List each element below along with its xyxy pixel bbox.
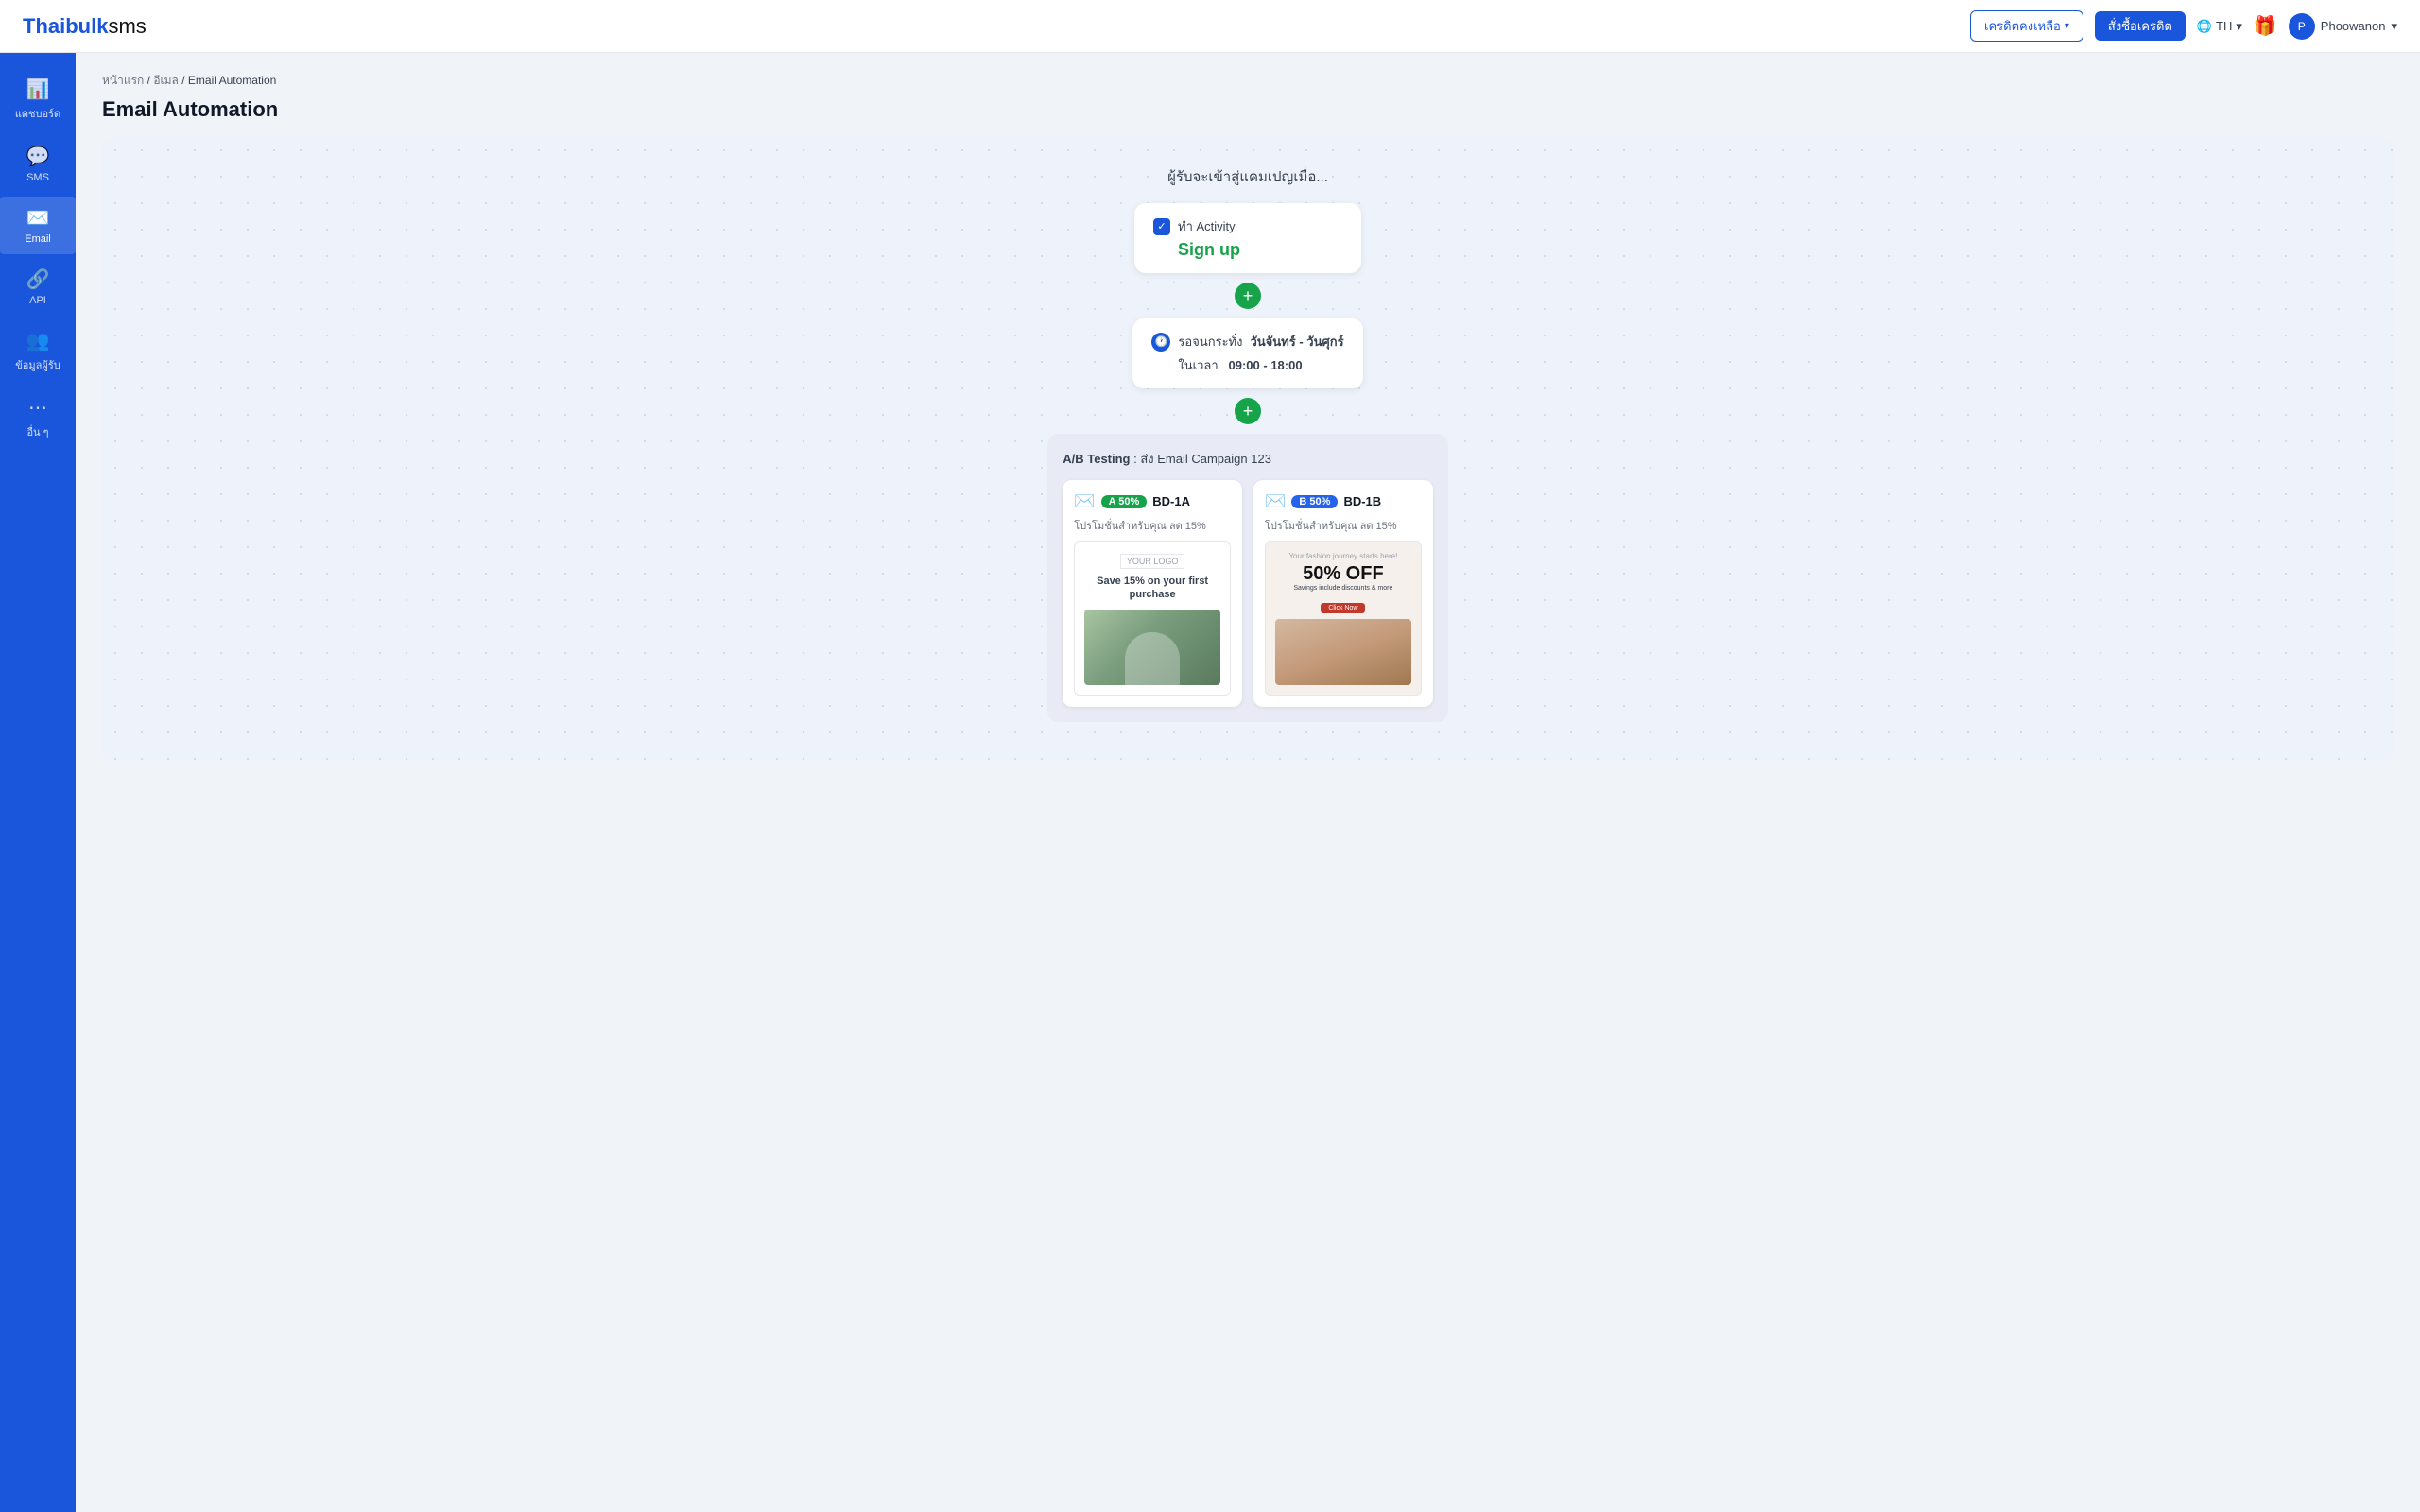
sidebar-item-api[interactable]: 🔗 API bbox=[0, 258, 76, 316]
ab-variant-b[interactable]: ✉️ B 50% BD-1B โปรโมชั่นสำหรับคุณ ลด 15%… bbox=[1253, 480, 1433, 707]
breadcrumb: หน้าแรก / อีเมล / Email Automation bbox=[102, 72, 2394, 90]
preview-btn-b: Click Now bbox=[1321, 603, 1365, 613]
check-icon: ✓ bbox=[1153, 218, 1170, 235]
avatar: P bbox=[2289, 13, 2315, 40]
ab-card-b-header: ✉️ B 50% BD-1B bbox=[1265, 491, 1422, 511]
layout: 📊 แดชบอร์ด 💬 SMS ✉️ Email 🔗 API 👥 ข้อมูล… bbox=[0, 53, 2420, 1512]
ab-variant-a[interactable]: ✉️ A 50% BD-1A โปรโมชั่นสำหรับคุณ ลด 15%… bbox=[1063, 480, 1242, 707]
add-step-button-2[interactable]: + bbox=[1235, 398, 1261, 424]
lang-label: TH bbox=[2216, 19, 2232, 33]
sidebar: 📊 แดชบอร์ด 💬 SMS ✉️ Email 🔗 API 👥 ข้อมูล… bbox=[0, 53, 76, 1512]
preview-big-b: 50% OFF bbox=[1275, 564, 1411, 583]
email-preview-b: Your fashion journey starts here! 50% OF… bbox=[1265, 541, 1422, 696]
lang-chevron-icon: ▾ bbox=[2236, 19, 2242, 34]
buy-label: สั่งซื้อเครดิต bbox=[2108, 19, 2172, 33]
activity-node[interactable]: ✓ ทำ Activity Sign up bbox=[1134, 203, 1361, 273]
sidebar-item-label: แดชบอร์ด bbox=[15, 105, 60, 122]
preview-top-text-b: Your fashion journey starts here! bbox=[1275, 552, 1411, 560]
node-header: ✓ ทำ Activity bbox=[1153, 216, 1236, 236]
wait-days: วันจันทร์ - วันศุกร์ bbox=[1250, 332, 1343, 352]
username-label: Phoowanon bbox=[2321, 19, 2386, 33]
ab-variants: ✉️ A 50% BD-1A โปรโมชั่นสำหรับคุณ ลด 15%… bbox=[1063, 480, 1433, 707]
upgrade-label: เครดิตคงเหลือ bbox=[1984, 16, 2061, 36]
globe-icon: 🌐 bbox=[2197, 19, 2212, 34]
preview-sub-b: Savings include discounts & more bbox=[1275, 585, 1411, 592]
clock-icon: 🕐 bbox=[1151, 333, 1170, 352]
gift-icon[interactable]: 🎁 bbox=[2254, 14, 2277, 38]
sidebar-item-contacts[interactable]: 👥 ข้อมูลผู้รับ bbox=[0, 319, 76, 383]
breadcrumb-current: Email Automation bbox=[188, 74, 276, 87]
sidebar-item-label: อื่น ๆ bbox=[26, 423, 48, 440]
wait-time-row: ในเวลา 09:00 - 18:00 bbox=[1178, 355, 1343, 375]
add-step-button-1[interactable]: + bbox=[1235, 283, 1261, 309]
sidebar-item-sms[interactable]: 💬 SMS bbox=[0, 135, 76, 193]
sidebar-item-more[interactable]: ⋯ อื่น ๆ bbox=[0, 387, 76, 450]
ab-card-a-desc: โปรโมชั่นสำหรับคุณ ลด 15% bbox=[1074, 517, 1231, 534]
breadcrumb-home[interactable]: หน้าแรก bbox=[102, 74, 144, 87]
sms-icon: 💬 bbox=[26, 145, 50, 168]
email-b-icon: ✉️ bbox=[1265, 491, 1286, 511]
sidebar-item-label: ข้อมูลผู้รับ bbox=[15, 356, 60, 373]
ab-label-bold: A/B Testing bbox=[1063, 452, 1130, 466]
lang-switcher[interactable]: 🌐 TH ▾ bbox=[2197, 19, 2242, 34]
email-icon: ✉️ bbox=[26, 206, 50, 230]
email-a-icon: ✉️ bbox=[1074, 491, 1095, 511]
sidebar-item-dashboard[interactable]: 📊 แดชบอร์ด bbox=[0, 68, 76, 131]
ab-card-b-name: BD-1B bbox=[1343, 494, 1381, 508]
main-content: หน้าแรก / อีเมล / Email Automation Email… bbox=[76, 53, 2420, 1512]
trigger-label: ผู้รับจะเข้าสู่แคมเปญเมื่อ... bbox=[1167, 165, 1328, 188]
preview-image-a bbox=[1084, 610, 1220, 685]
wait-prefix: รอจนกระทั่ง bbox=[1178, 332, 1242, 352]
more-icon: ⋯ bbox=[28, 396, 47, 420]
user-menu[interactable]: P Phoowanon ▾ bbox=[2289, 13, 2397, 40]
automation-canvas: ผู้รับจะเข้าสู่แคมเปญเมื่อ... ✓ ทำ Activ… bbox=[102, 137, 2394, 761]
ab-label-rest: : ส่ง Email Campaign 123 bbox=[1133, 452, 1271, 466]
wait-node[interactable]: 🕐 รอจนกระทั่ง วันจันทร์ - วันศุกร์ ในเวล… bbox=[1132, 318, 1362, 388]
preview-model-b bbox=[1275, 619, 1411, 685]
sidebar-item-label: Email bbox=[25, 233, 51, 245]
preview-headline-a: Save 15% on your first purchase bbox=[1084, 575, 1220, 602]
logo: Thaibulksms bbox=[23, 14, 147, 39]
preview-logo: YOUR LOGO bbox=[1120, 554, 1185, 569]
nav-actions: เครดิตคงเหลือ ▾ สั่งซื้อเครดิต 🌐 TH ▾ 🎁 … bbox=[1970, 10, 2397, 42]
breadcrumb-section[interactable]: อีเมล bbox=[153, 74, 179, 87]
activity-action: Sign up bbox=[1178, 240, 1240, 260]
ab-card-b-desc: โปรโมชั่นสำหรับคุณ ลด 15% bbox=[1265, 517, 1422, 534]
badge-b: B 50% bbox=[1291, 495, 1338, 508]
page-title: Email Automation bbox=[102, 97, 2394, 122]
ab-testing-block: A/B Testing : ส่ง Email Campaign 123 ✉️ … bbox=[1047, 434, 1448, 722]
sidebar-item-label: API bbox=[29, 295, 46, 306]
sidebar-item-label: SMS bbox=[26, 172, 49, 183]
wait-row: 🕐 รอจนกระทั่ง วันจันทร์ - วันศุกร์ bbox=[1151, 332, 1343, 352]
buy-credit-button[interactable]: สั่งซื้อเครดิต bbox=[2095, 11, 2186, 41]
topnav: Thaibulksms เครดิตคงเหลือ ▾ สั่งซื้อเครด… bbox=[0, 0, 2420, 53]
badge-a: A 50% bbox=[1101, 495, 1148, 508]
ab-header: A/B Testing : ส่ง Email Campaign 123 bbox=[1063, 449, 1433, 469]
chevron-down-icon: ▾ bbox=[2065, 21, 2069, 31]
sidebar-item-email[interactable]: ✉️ Email bbox=[0, 197, 76, 254]
contacts-icon: 👥 bbox=[26, 329, 50, 352]
wait-time-range: 09:00 - 18:00 bbox=[1229, 358, 1303, 372]
user-chevron-icon: ▾ bbox=[2391, 19, 2397, 34]
email-preview-a: YOUR LOGO Save 15% on your first purchas… bbox=[1074, 541, 1231, 696]
ab-card-a-header: ✉️ A 50% BD-1A bbox=[1074, 491, 1231, 511]
wait-time-label: ในเวลา bbox=[1178, 358, 1218, 372]
upgrade-button[interactable]: เครดิตคงเหลือ ▾ bbox=[1970, 10, 2083, 42]
dashboard-icon: 📊 bbox=[26, 77, 50, 101]
api-icon: 🔗 bbox=[26, 267, 50, 291]
ab-card-a-name: BD-1A bbox=[1152, 494, 1190, 508]
activity-prefix: ทำ Activity bbox=[1178, 216, 1236, 236]
